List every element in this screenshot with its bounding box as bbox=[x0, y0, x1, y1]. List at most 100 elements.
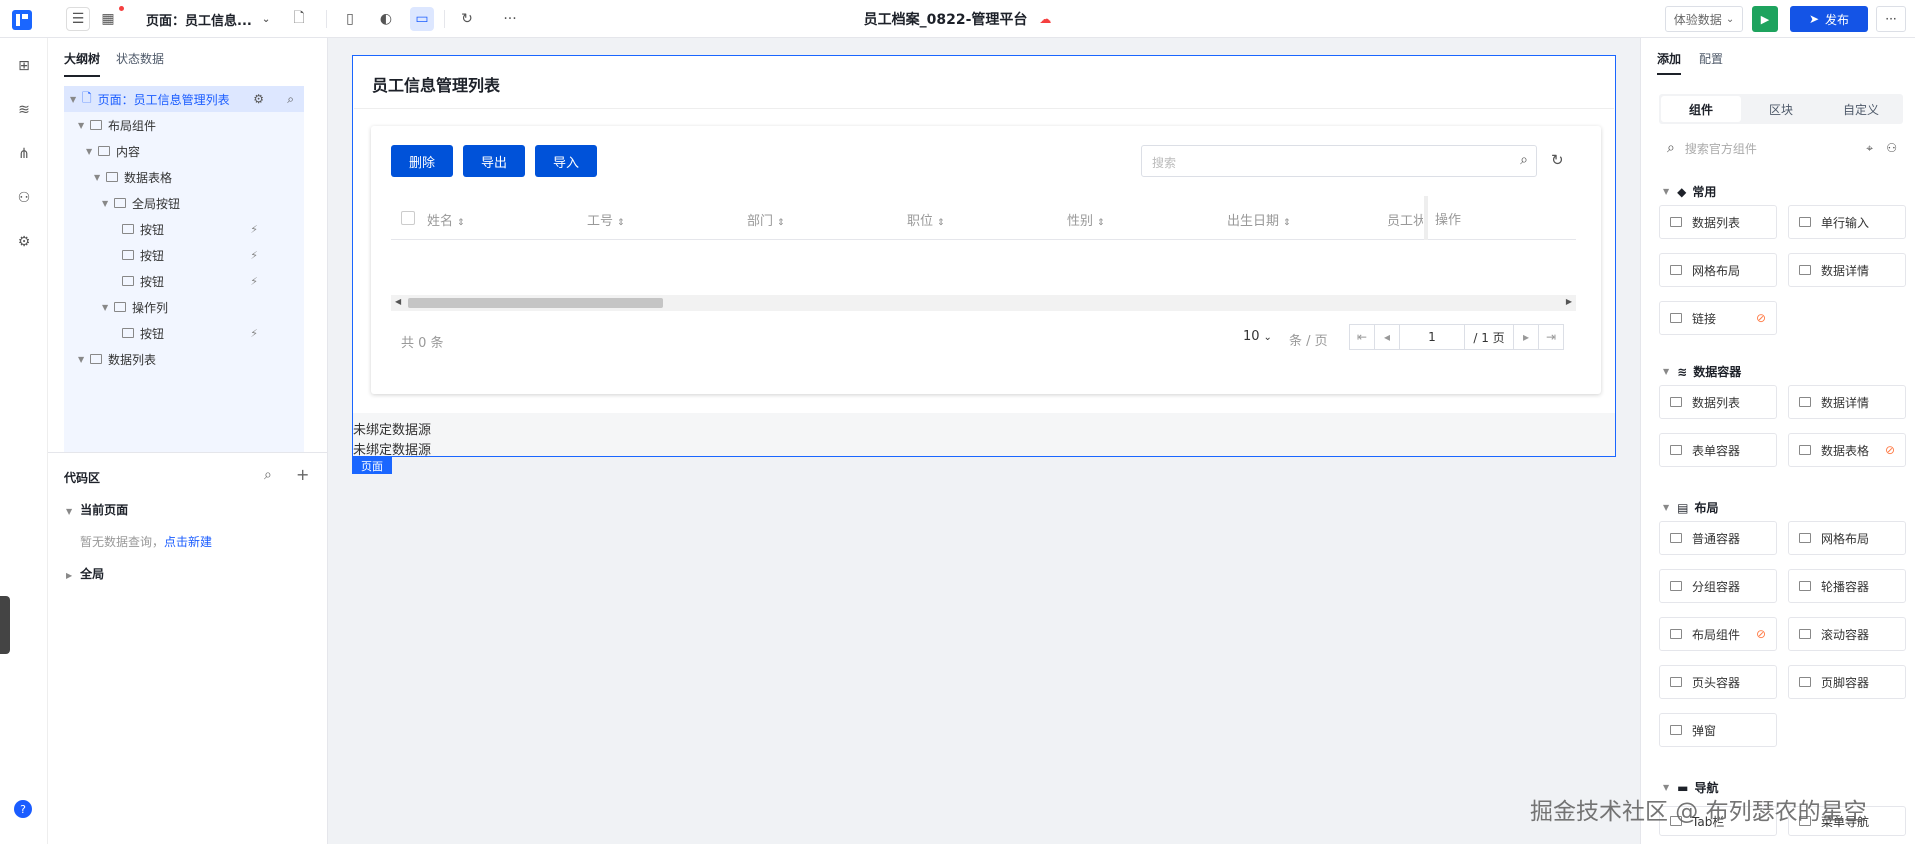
component-item[interactable]: 普通容器 bbox=[1659, 521, 1777, 555]
column-header-dept[interactable]: 部门 ⇕ bbox=[747, 210, 785, 229]
settings-icon[interactable]: ⚙ bbox=[14, 232, 34, 252]
page-header[interactable]: 员工信息管理列表 bbox=[354, 57, 1614, 109]
last-page-button[interactable]: ⇥ bbox=[1538, 324, 1564, 350]
tree-node-content[interactable]: ▼ 内容 bbox=[64, 138, 304, 164]
flow-icon[interactable]: ⋔ bbox=[14, 144, 34, 164]
column-header-status[interactable]: 员工状 bbox=[1387, 210, 1423, 229]
tab-config[interactable]: 配置 bbox=[1699, 50, 1723, 67]
sort-icon[interactable]: ⇕ bbox=[1283, 218, 1291, 228]
component-item[interactable]: 滚动容器 bbox=[1788, 617, 1906, 651]
new-page-icon[interactable]: 🗋 bbox=[287, 7, 311, 31]
scroll-left-icon[interactable]: ◀ bbox=[395, 297, 401, 306]
target-icon[interactable]: ⌖ bbox=[1866, 141, 1873, 156]
group-layout[interactable]: ▼ ▤ 布局 bbox=[1663, 499, 1719, 516]
column-header-position[interactable]: 职位 ⇕ bbox=[907, 210, 945, 229]
tree-node-button[interactable]: 按钮 ⚡ bbox=[64, 242, 304, 268]
column-header-gender[interactable]: 性别 ⇕ bbox=[1067, 210, 1105, 229]
group-data-containers[interactable]: ▼ ≋ 数据容器 bbox=[1663, 363, 1741, 380]
table-search-input[interactable]: 搜索 ⌕ bbox=[1141, 145, 1537, 177]
component-item[interactable]: 弹窗 bbox=[1659, 713, 1777, 747]
component-item[interactable]: 表单容器 bbox=[1659, 433, 1777, 467]
topbar-more-button[interactable]: ··· bbox=[1876, 6, 1906, 32]
tree-node-button[interactable]: 按钮 ⚡ bbox=[64, 268, 304, 294]
cloud-sync-icon[interactable]: ☁ bbox=[1039, 12, 1051, 26]
page-frame[interactable]: 员工信息管理列表 删除 导出 导入 搜索 ⌕ ↻ 姓名 ⇕ 工号 ⇕ 部门 ⇕ 职位 ⇕… bbox=[352, 55, 1616, 458]
page-number-input[interactable]: 1 bbox=[1399, 324, 1465, 350]
outline-view-icon[interactable]: ☰ bbox=[66, 7, 90, 31]
search-icon[interactable]: ⌕ bbox=[264, 467, 272, 483]
column-header-name[interactable]: 姓名 ⇕ bbox=[427, 210, 465, 229]
segment-components[interactable]: 组件 bbox=[1661, 96, 1741, 122]
group-common[interactable]: ▼ ◆ 常用 bbox=[1663, 183, 1716, 200]
component-item[interactable]: 网格布局 bbox=[1788, 521, 1906, 555]
component-item[interactable]: 单行输入 bbox=[1788, 205, 1906, 239]
drag-handle[interactable] bbox=[0, 596, 10, 654]
more-actions-icon[interactable]: ··· bbox=[498, 7, 522, 31]
sort-icon[interactable]: ⇕ bbox=[777, 218, 785, 228]
database-icon[interactable]: ≋ bbox=[14, 100, 34, 120]
page-selector[interactable]: 页面：员工信息... ⌄ bbox=[146, 8, 270, 30]
first-page-button[interactable]: ⇤ bbox=[1349, 324, 1375, 350]
tree-node-button[interactable]: 按钮 ⚡ bbox=[64, 216, 304, 242]
component-item[interactable]: 数据详情 bbox=[1788, 385, 1906, 419]
component-item[interactable]: 网格布局 bbox=[1659, 253, 1777, 287]
tree-node-layout[interactable]: ▼ 布局组件 bbox=[64, 112, 304, 138]
export-button[interactable]: 导出 bbox=[463, 145, 525, 177]
segment-blocks[interactable]: 区块 bbox=[1741, 96, 1821, 122]
layout-view-icon[interactable]: ▦ bbox=[96, 7, 120, 31]
scrollbar-thumb[interactable] bbox=[408, 298, 663, 308]
add-icon[interactable]: + bbox=[296, 465, 309, 484]
tree-node-data-list[interactable]: ▼ 数据列表 bbox=[64, 346, 304, 372]
components-icon[interactable]: ⊞ bbox=[14, 56, 34, 76]
tab-state-data[interactable]: 状态数据 bbox=[116, 50, 164, 77]
search-icon[interactable]: ⌕ bbox=[1520, 152, 1528, 168]
event-bolt-icon[interactable]: ⚡ bbox=[250, 327, 258, 340]
data-list-area[interactable]: 未绑定数据源 未绑定数据源 bbox=[353, 413, 1615, 458]
page-size-select[interactable]: 10 ⌄ bbox=[1243, 329, 1272, 344]
component-item[interactable]: 数据列表 bbox=[1659, 385, 1777, 419]
sort-icon[interactable]: ⇕ bbox=[937, 218, 945, 228]
sort-icon[interactable]: ⇕ bbox=[617, 218, 625, 228]
tree-node-button[interactable]: 按钮 ⚡ bbox=[64, 320, 304, 346]
component-item[interactable]: 页脚容器 bbox=[1788, 665, 1906, 699]
scroll-right-icon[interactable]: ▶ bbox=[1566, 297, 1572, 306]
sort-icon[interactable]: ⇕ bbox=[457, 218, 465, 228]
prev-page-button[interactable]: ◂ bbox=[1374, 324, 1400, 350]
component-item[interactable]: 轮播容器 bbox=[1788, 569, 1906, 603]
tree-node-global-buttons[interactable]: ▼ 全局按钮 bbox=[64, 190, 304, 216]
column-header-birthdate[interactable]: 出生日期 ⇕ bbox=[1227, 210, 1291, 229]
event-bolt-icon[interactable]: ⚡ bbox=[250, 275, 258, 288]
preview-run-button[interactable]: ▶ bbox=[1752, 6, 1778, 32]
create-query-link[interactable]: 点击新建 bbox=[164, 535, 212, 549]
desktop-view-icon[interactable]: ▭ bbox=[410, 7, 434, 31]
horizontal-scrollbar[interactable]: ◀ ▶ bbox=[391, 295, 1576, 311]
tab-outline-tree[interactable]: 大纲树 bbox=[64, 50, 101, 77]
experience-data-select[interactable]: 体验数据 ⌄ bbox=[1665, 6, 1743, 32]
tree-node-data-table[interactable]: ▼ 数据表格 bbox=[64, 164, 304, 190]
tree-node-page[interactable]: ▼ 🗋 页面：员工信息管理列表 ⚙ ⌕ bbox=[64, 86, 304, 112]
table-card[interactable]: 删除 导出 导入 搜索 ⌕ ↻ 姓名 ⇕ 工号 ⇕ 部门 ⇕ 职位 ⇕ 性别 ⇕ 出生日期… bbox=[371, 126, 1601, 394]
event-bolt-icon[interactable]: ⚡ bbox=[250, 249, 258, 262]
search-icon[interactable]: ⌕ bbox=[287, 92, 294, 107]
help-icon[interactable]: ? bbox=[14, 800, 32, 818]
column-header-id[interactable]: 工号 ⇕ bbox=[587, 210, 625, 229]
component-item[interactable]: 分组容器 bbox=[1659, 569, 1777, 603]
mobile-view-icon[interactable]: ▯ bbox=[338, 7, 362, 31]
tree-node-action-column[interactable]: ▼ 操作列 bbox=[64, 294, 304, 320]
users-icon[interactable]: ⚇ bbox=[14, 188, 34, 208]
tab-add[interactable]: 添加 bbox=[1657, 50, 1682, 75]
app-logo[interactable] bbox=[12, 10, 32, 30]
global-section[interactable]: ▶ 全局 bbox=[66, 565, 104, 582]
refresh-icon[interactable]: ↻ bbox=[455, 7, 479, 31]
current-page-section[interactable]: ▼ 当前页面 bbox=[66, 501, 128, 518]
component-item[interactable]: 布局组件 ⊘ bbox=[1659, 617, 1777, 651]
page-tag[interactable]: 页面 bbox=[352, 457, 392, 474]
component-item[interactable]: 页头容器 bbox=[1659, 665, 1777, 699]
tablet-view-icon[interactable]: ◐ bbox=[374, 7, 398, 31]
delete-button[interactable]: 删除 bbox=[391, 145, 453, 177]
component-search-input[interactable]: ⌕ 搜索官方组件 ⌖ ⚇ bbox=[1659, 135, 1903, 161]
import-button[interactable]: 导入 bbox=[535, 145, 597, 177]
segment-custom[interactable]: 自定义 bbox=[1821, 96, 1901, 122]
component-item[interactable]: 数据列表 bbox=[1659, 205, 1777, 239]
settings-icon[interactable]: ⚙ bbox=[253, 92, 264, 106]
